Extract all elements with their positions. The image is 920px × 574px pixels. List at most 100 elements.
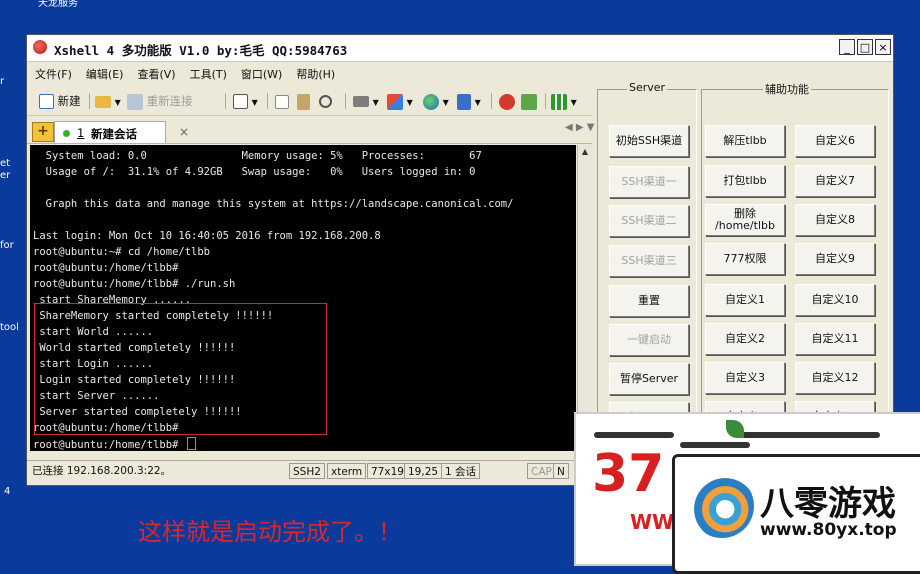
custom-12-button[interactable]: 自定义12 [795,362,875,394]
menu-edit[interactable]: 编辑(E) [78,62,130,82]
chevron-down-icon: ▼ [114,98,121,107]
terminal-output[interactable]: System load: 0.0 Memory usage: 5% Proces… [30,145,576,451]
desktop-label-fragment: 4 [4,486,11,497]
menu-help[interactable]: 帮助(H) [288,62,341,82]
compose-button[interactable] [521,91,537,111]
font-button[interactable]: ▼ [457,91,481,111]
watermark-ww: WW [630,510,675,534]
status-session-count: 1 会话 [441,463,481,479]
watermark-smudge [680,442,750,448]
menu-file[interactable]: 文件(F) [27,62,78,82]
folder-icon [95,95,111,108]
custom-9-button[interactable]: 自定义9 [795,243,875,275]
delete-tlbb-button[interactable]: 删除 /home/tlbb [705,204,785,236]
grid-icon [551,93,567,110]
reconnect-button[interactable]: 重新连接 [127,91,193,111]
properties-icon [233,94,248,109]
status-terminal-type: xterm [327,463,367,479]
custom-10-button[interactable]: 自定义10 [795,284,875,316]
desktop-label-fragment: 天龙服务 [38,0,78,9]
status-terminal-size: 77x19 [367,463,408,479]
toolbar-divider [89,93,90,109]
pause-server-button[interactable]: 暂停Server [609,363,689,395]
scroll-up-icon[interactable]: ▲ [578,145,592,159]
transfer-icon [387,93,403,110]
one-click-start-button[interactable]: 一键启动 [609,324,689,356]
new-session-icon [39,94,54,109]
server-group-label: Server [627,81,668,94]
connection-status: 已连接 192.168.200.3:22。 [29,463,284,479]
terminal-line: System load: 0.0 Memory usage: 5% Proces… [33,150,482,162]
custom-8-button[interactable]: 自定义8 [795,204,875,236]
chmod-777-button[interactable]: 777权限 [705,243,785,275]
xftp-button[interactable] [499,91,515,111]
desktop-label-fragment: er [0,170,11,181]
unzip-tlbb-button[interactable]: 解压tlbb [705,125,785,157]
globe-icon [423,93,439,110]
menu-bar: 文件(F) 编辑(E) 查看(V) 工具(T) 窗口(W) 帮助(H) [27,62,592,84]
open-folder-button[interactable]: ▼ [95,91,121,111]
tab-navigation-arrows[interactable]: ◀ ▶ ▼ [565,122,594,133]
desktop-label-fragment: r [0,76,5,87]
terminal-line: root@ubuntu:/home/tlbb# ./run.sh [33,278,236,290]
paste-button[interactable] [297,91,310,111]
custom-6-button[interactable]: 自定义6 [795,125,875,157]
layout-button[interactable]: ▼ [551,91,577,111]
reset-button[interactable]: 重置 [609,285,689,317]
status-cursor-position: 19,25 [404,463,443,479]
close-button[interactable]: × [875,39,891,55]
properties-button[interactable]: ▼ [233,91,258,111]
pack-tlbb-button[interactable]: 打包tlbb [705,165,785,197]
chevron-down-icon: ▼ [406,98,413,107]
title-bar[interactable]: Xshell 4 多功能版 V1.0 by:毛毛 QQ:5984763 _ □ … [27,35,893,62]
watermark-brand: 八零游戏 [760,484,896,524]
session-tab-bar: + 1 新建会话 × ◀ ▶ ▼ [27,119,594,144]
globe-button[interactable]: ▼ [423,91,449,111]
xshell-swirl-icon [499,93,515,110]
menu-view[interactable]: 查看(V) [129,62,181,82]
find-button[interactable] [319,91,332,111]
leaf-icon [726,420,744,438]
print-button[interactable]: ▼ [353,91,379,111]
transfer-button[interactable]: ▼ [387,91,413,111]
ssh-channel-2-button[interactable]: SSH渠道二 [609,205,689,237]
site-watermark: 37 WW 八零游戏 www.80yx.top [560,402,920,574]
tab-session-1[interactable]: 1 新建会话 [54,121,166,143]
custom-2-button[interactable]: 自定义2 [705,323,785,355]
close-tab-icon[interactable]: × [179,125,189,139]
menu-tools[interactable]: 工具(T) [182,62,233,82]
chevron-down-icon: ▼ [251,98,258,107]
maximize-button[interactable]: □ [857,39,873,55]
new-session-button[interactable]: 新建 [39,91,81,111]
chevron-down-icon: ▼ [570,98,577,107]
watermark-smudge [740,432,880,438]
tab-label: 新建会话 [91,127,137,141]
toolbar-divider [545,93,546,109]
watermark-number: 37 [592,444,665,504]
ssh-channel-3-button[interactable]: SSH渠道三 [609,245,689,277]
custom-3-button[interactable]: 自定义3 [705,362,785,394]
menu-window[interactable]: 窗口(W) [233,62,288,82]
status-caps-lock: CAP [527,463,556,479]
watermark-url: www.80yx.top [760,520,897,540]
toolbar-divider [225,93,226,109]
toolbar-divider [491,93,492,109]
init-ssh-button[interactable]: 初始SSH渠道 [609,125,689,157]
custom-1-button[interactable]: 自定义1 [705,284,785,316]
status-bar: 已连接 192.168.200.3:22。 SSH2 xterm 77x19 1… [27,460,587,483]
font-icon [457,93,471,110]
copy-button[interactable] [275,91,289,111]
toolbar-divider [267,93,268,109]
tab-number: 1 [77,126,85,140]
custom-11-button[interactable]: 自定义11 [795,323,875,355]
terminal-prompt-line: root@ubuntu:/home/tlbb# [33,437,196,451]
terminal-prompt: root@ubuntu:/home/tlbb# [33,439,185,451]
terminal-line: root@ubuntu:~# cd /home/tlbb [33,246,211,258]
terminal-line: Usage of /: 31.1% of 4.92GB Swap usage: … [33,166,476,178]
add-tab-button[interactable]: + [32,122,54,142]
terminal-cursor [186,437,196,450]
minimize-button[interactable]: _ [839,39,855,55]
chevron-down-icon: ▼ [474,98,481,107]
ssh-channel-1-button[interactable]: SSH渠道一 [609,166,689,198]
custom-7-button[interactable]: 自定义7 [795,165,875,197]
